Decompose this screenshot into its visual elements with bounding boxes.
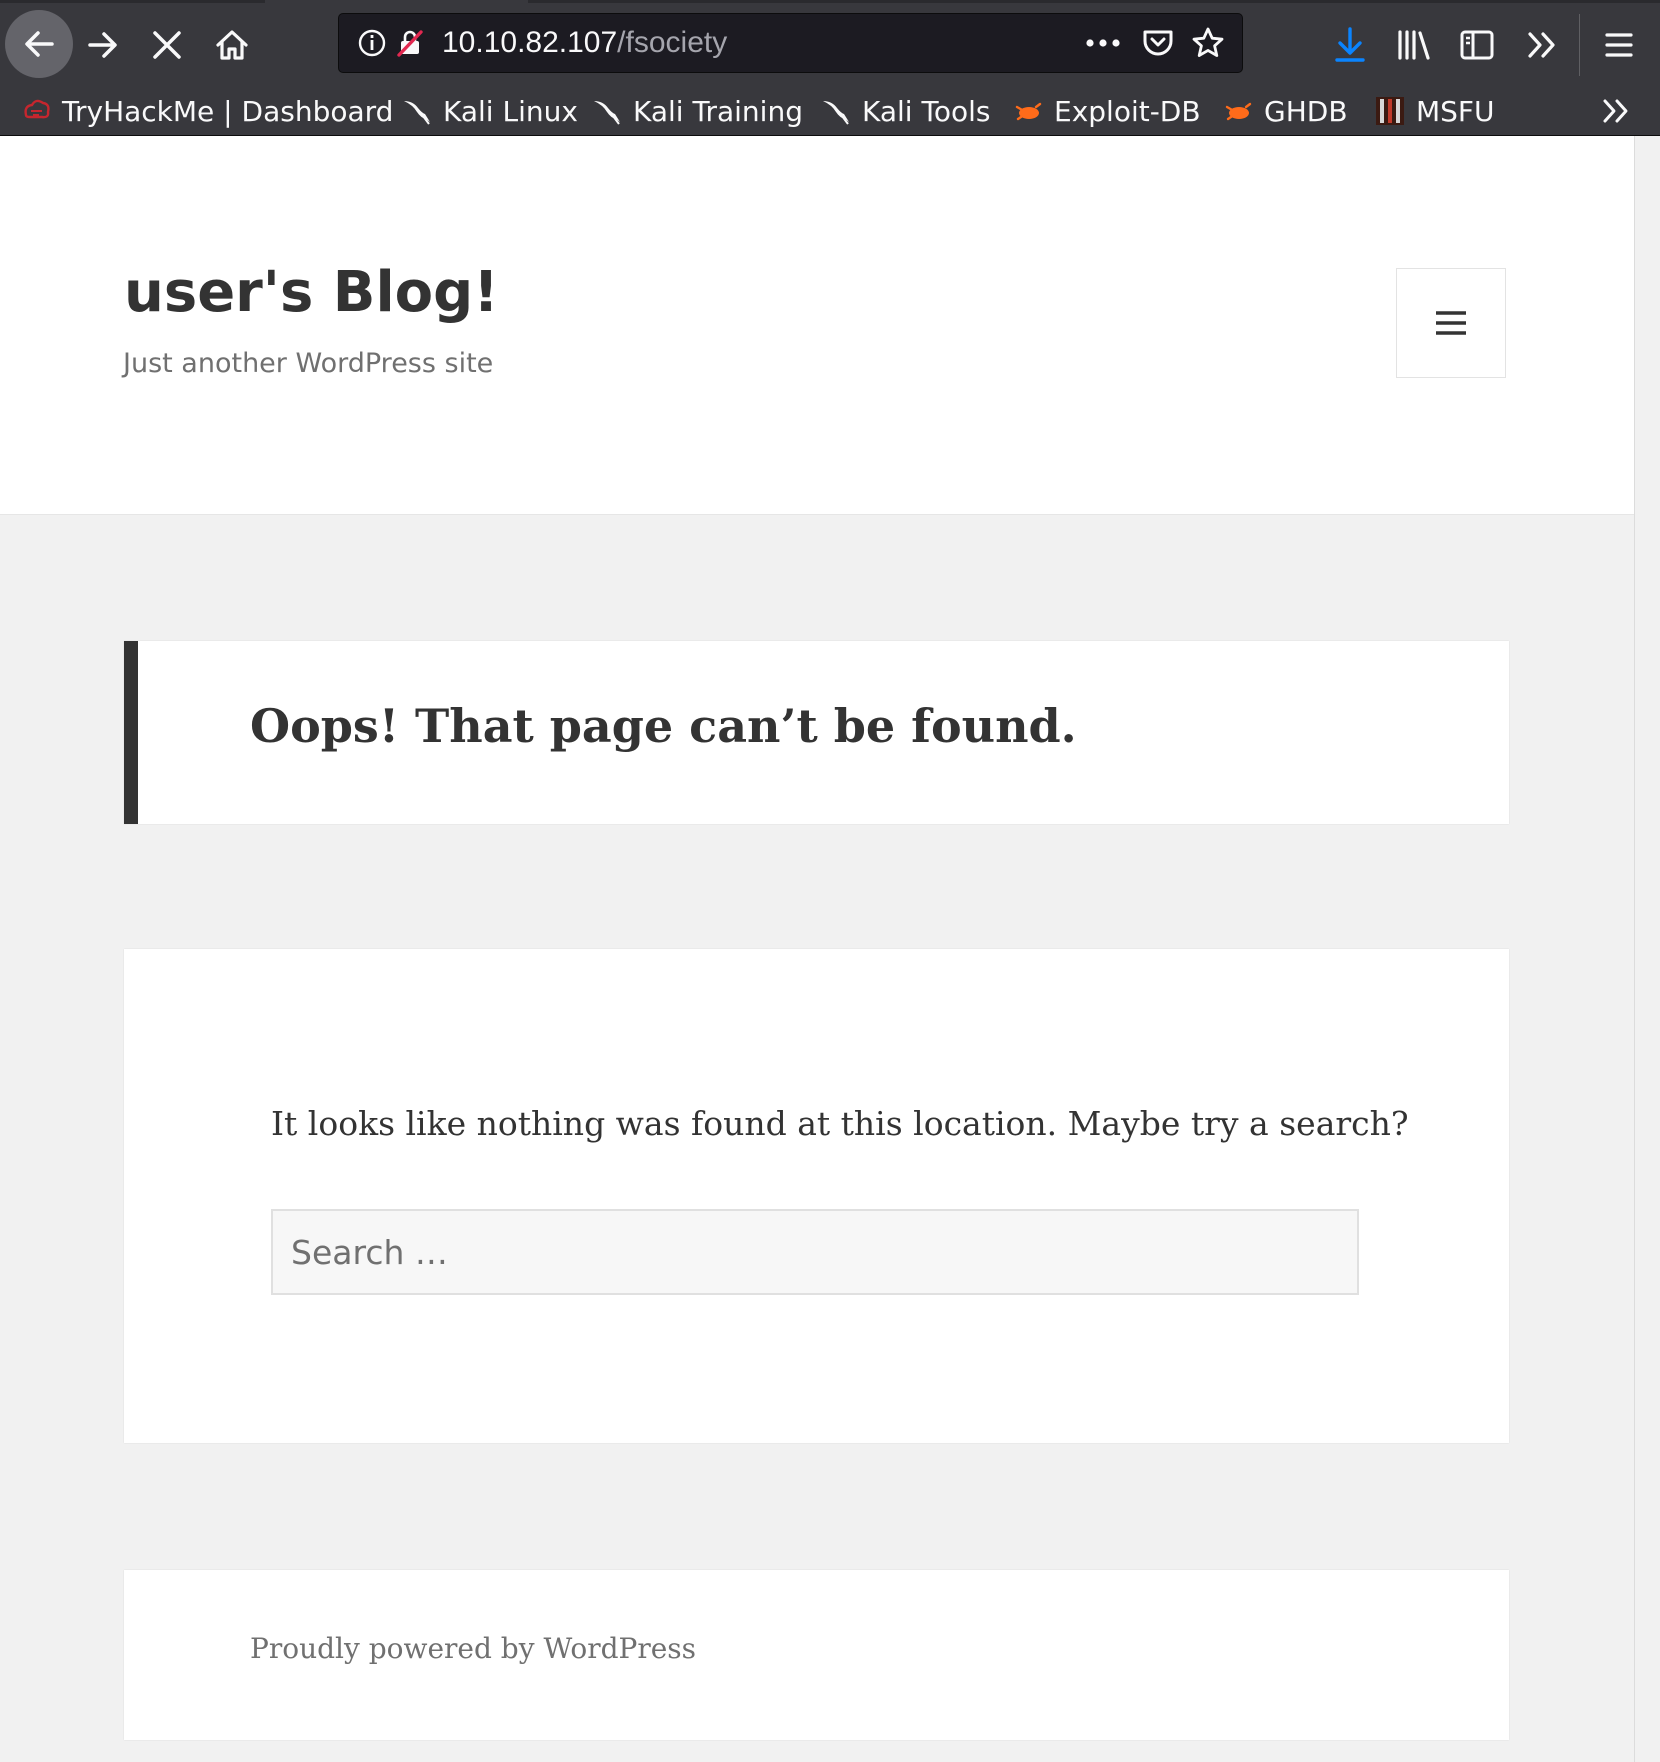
bookmark-label: Exploit-DB [1054, 94, 1201, 128]
sidebar-icon [1460, 30, 1494, 60]
library-icon [1398, 30, 1430, 60]
stop-loading-button[interactable] [134, 12, 200, 78]
downloads-button[interactable] [1317, 12, 1383, 78]
not-found-header: Oops! That page can’t be found. [124, 641, 1509, 824]
url-text[interactable]: 10.10.82.107/fsociety [442, 14, 727, 72]
footer-credit-link[interactable]: Proudly powered by WordPress [250, 1632, 696, 1665]
overflow-menu-button[interactable] [1509, 12, 1575, 78]
scrollbar[interactable] [1634, 136, 1660, 1762]
bookmark-kali-tools[interactable]: Kali Tools [820, 88, 990, 134]
hamburger-icon [1436, 311, 1466, 335]
page-actions-icon[interactable] [1085, 14, 1121, 72]
page-title: Oops! That page can’t be found. [250, 699, 1077, 753]
home-button[interactable] [199, 12, 265, 78]
home-icon [216, 30, 248, 60]
site-info-icon[interactable] [357, 14, 387, 72]
bookmark-star-icon[interactable] [1191, 14, 1225, 72]
bookmarks-toolbar: TryHackMe | Dashboard Kali Linux Kali Tr… [0, 88, 1660, 136]
bookmark-label: Kali Linux [443, 94, 578, 128]
msfu-icon [1374, 95, 1406, 127]
url-bar[interactable]: 10.10.82.107/fsociety [338, 13, 1243, 73]
browser-toolbar: 10.10.82.107/fsociety [0, 0, 1660, 88]
kali-dragon-icon [401, 95, 433, 127]
url-host: 10.10.82.107 [442, 26, 618, 59]
bookmark-label: GHDB [1264, 94, 1348, 128]
bookmark-label: TryHackMe | Dashboard [62, 94, 394, 128]
pocket-icon[interactable] [1141, 14, 1175, 72]
bookmark-label: Kali Training [633, 94, 803, 128]
insecure-lock-icon[interactable] [395, 14, 425, 72]
close-icon [153, 31, 181, 59]
page-viewport: user's Blog! Just another WordPress site… [0, 136, 1660, 1762]
arrow-left-icon [25, 31, 54, 57]
url-path: /fsociety [617, 26, 728, 59]
chevron-double-right-icon [1603, 99, 1628, 123]
site-description: Just another WordPress site [123, 348, 494, 379]
tryhackme-icon [20, 95, 52, 127]
bookmarks-overflow-button[interactable] [1601, 88, 1631, 134]
bookmark-kali-training[interactable]: Kali Training [591, 88, 803, 134]
bookmark-tryhackme[interactable]: TryHackMe | Dashboard [20, 88, 393, 134]
kali-dragon-icon [591, 95, 623, 127]
bookmark-ghdb[interactable]: GHDB [1222, 88, 1348, 134]
search-input[interactable] [271, 1209, 1359, 1295]
main-menu-button[interactable] [1586, 12, 1652, 78]
bookmark-kali-linux[interactable]: Kali Linux [401, 88, 578, 134]
menu-toggle-button[interactable] [1396, 268, 1506, 378]
bookmark-label: Kali Tools [862, 94, 991, 128]
site-footer: Proudly powered by WordPress [124, 1570, 1509, 1740]
download-icon [1335, 27, 1365, 62]
sidebar-button[interactable] [1444, 12, 1510, 78]
chevron-double-right-icon [1528, 32, 1555, 58]
bookmark-msfu[interactable]: MSFU [1374, 88, 1495, 134]
tab-strip-edge [0, 0, 265, 3]
bookmark-label: MSFU [1416, 94, 1495, 128]
toolbar-divider [1579, 14, 1580, 76]
back-button[interactable] [5, 10, 73, 78]
site-header: user's Blog! Just another WordPress site [0, 136, 1634, 515]
forward-button[interactable] [70, 12, 136, 78]
site-title[interactable]: user's Blog! [124, 260, 499, 325]
library-button[interactable] [1381, 12, 1447, 78]
exploit-db-icon [1222, 95, 1254, 127]
exploit-db-icon [1012, 95, 1044, 127]
arrow-right-icon [88, 32, 117, 58]
hamburger-icon [1605, 33, 1633, 57]
not-found-message: It looks like nothing was found at this … [271, 1104, 1409, 1143]
page-content: It looks like nothing was found at this … [124, 949, 1509, 1443]
kali-dragon-icon [820, 95, 852, 127]
tab-strip-edge [528, 0, 1660, 3]
bookmark-exploit-db[interactable]: Exploit-DB [1012, 88, 1201, 134]
